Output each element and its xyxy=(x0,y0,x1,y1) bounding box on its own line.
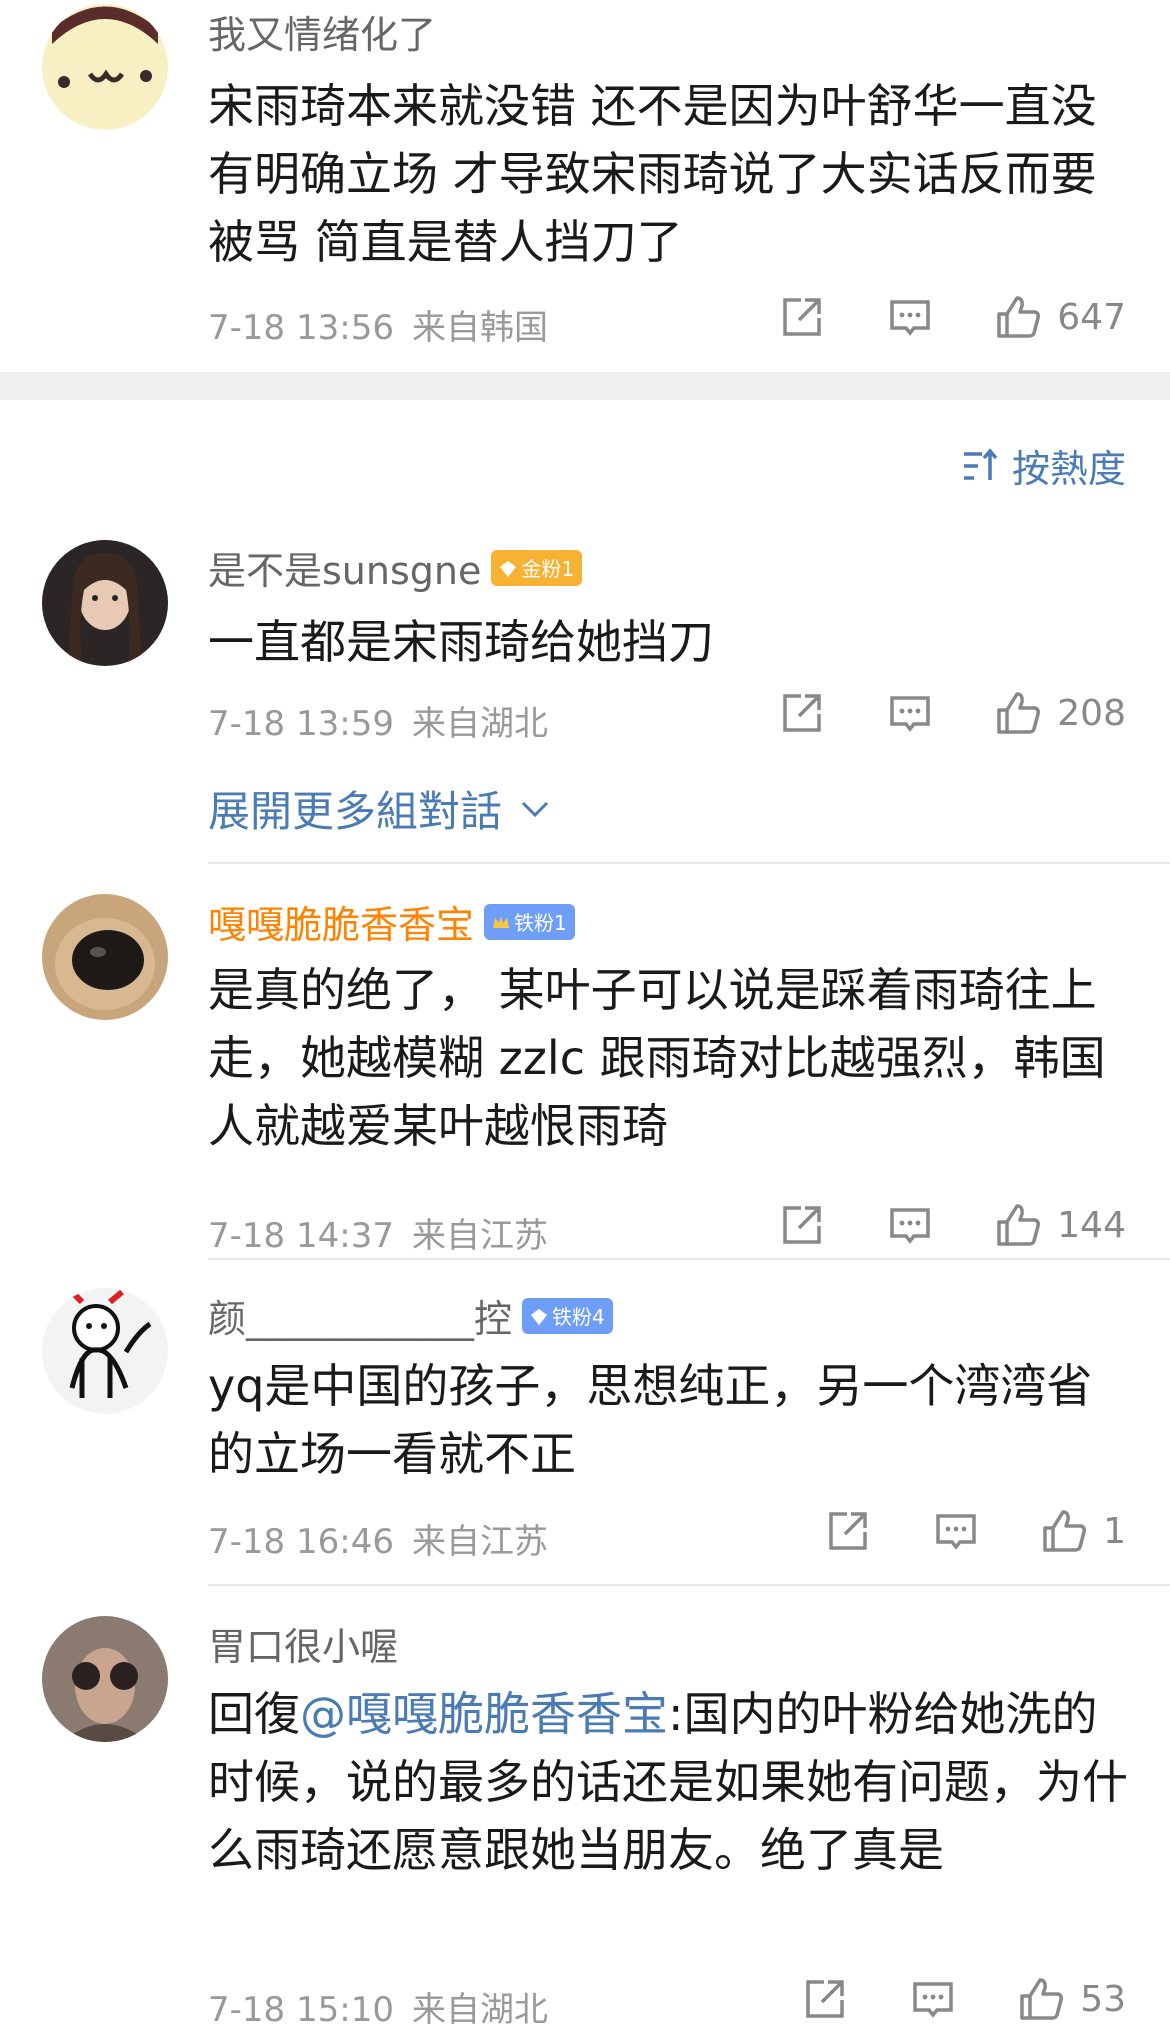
share-button[interactable] xyxy=(779,294,825,340)
reply-button[interactable] xyxy=(933,1508,979,1554)
username[interactable]: 嘎嘎脆脆香香宝 铁粉1 xyxy=(208,894,575,949)
share-button[interactable] xyxy=(779,690,825,736)
username[interactable]: 胃口很小喔 xyxy=(208,1616,398,1671)
comment-time: 7-18 14:37 xyxy=(208,1216,394,1256)
fan-badge: 金粉1 xyxy=(491,549,583,586)
divider xyxy=(208,1584,1170,1586)
fan-badge: 铁粉1 xyxy=(484,903,575,940)
username-text[interactable]: 胃口很小喔 xyxy=(208,1616,398,1671)
comment-time: 7-18 16:46 xyxy=(208,1522,394,1562)
comment-source: 来自江苏 xyxy=(411,1216,548,1256)
reply-prefix: 回復 xyxy=(208,1687,300,1741)
like-button[interactable]: 1 xyxy=(1041,1508,1126,1554)
fan-badge-label: 铁粉4 xyxy=(552,1305,605,1329)
divider xyxy=(208,1258,1170,1260)
like-button[interactable]: 144 xyxy=(995,1202,1126,1248)
share-icon xyxy=(783,1206,822,1244)
comment-text: 宋雨琦本来就没错 还不是因为叶舒华一直没有明确立场 才导致宋雨琦说了大实话反而要… xyxy=(208,79,1097,269)
comment-actions: 53 xyxy=(740,1976,1126,2022)
username-text[interactable]: 是不是sunsgne xyxy=(208,540,481,595)
comment-icon xyxy=(890,300,931,336)
comment-meta: 7-18 14:37 来自江苏 xyxy=(208,1208,548,1257)
fan-badge-label: 金粉1 xyxy=(521,557,575,581)
like-button[interactable]: 647 xyxy=(995,294,1126,340)
username-text[interactable]: 我又情绪化了 xyxy=(208,4,436,59)
thumbs-up-icon xyxy=(1020,1978,1064,2020)
thumbs-up-icon xyxy=(1043,1510,1087,1552)
expand-conversation-link[interactable]: 展開更多組對話 xyxy=(208,778,550,839)
expand-label: 展開更多組對話 xyxy=(208,787,503,836)
thumbs-up-icon xyxy=(997,692,1041,734)
comment-actions: 1 xyxy=(763,1508,1126,1554)
like-count: 1 xyxy=(1103,1510,1126,1552)
username-text[interactable]: 颜____________控 xyxy=(208,1288,512,1343)
username[interactable]: 我又情绪化了 xyxy=(208,4,436,59)
avatar[interactable] xyxy=(42,894,168,1020)
like-count: 144 xyxy=(1057,1204,1126,1246)
thumbs-up-icon xyxy=(997,296,1041,338)
share-button[interactable] xyxy=(802,1976,848,2022)
comment-source: 来自韩国 xyxy=(411,308,548,348)
share-button[interactable] xyxy=(825,1508,871,1554)
comment-meta: 7-18 15:10 来自湖北 xyxy=(208,1982,548,2031)
thumbs-up-icon xyxy=(997,1204,1041,1246)
like-count: 208 xyxy=(1057,692,1126,734)
comment-time: 7-18 13:56 xyxy=(208,308,394,348)
share-icon xyxy=(783,298,822,336)
comment-time: 7-18 15:10 xyxy=(208,1990,394,2030)
share-button[interactable] xyxy=(779,1202,825,1248)
sort-toggle[interactable]: 按熱度 xyxy=(960,438,1126,493)
comment-actions: 647 xyxy=(717,294,1126,340)
comment-time: 7-18 13:59 xyxy=(208,704,394,744)
comment-text: 回復@嘎嘎脆脆香香宝:国内的叶粉给她洗的时候，说的最多的话还是如果她有问题，为什… xyxy=(208,1680,1128,1884)
divider xyxy=(208,862,1170,864)
crown-icon xyxy=(492,913,510,931)
reply-button[interactable] xyxy=(887,294,933,340)
comment-text: yq是中国的孩子，思想纯正，另一个湾湾省的立场一看就不正 xyxy=(208,1359,1093,1481)
chevron-down-icon xyxy=(521,801,549,817)
fan-badge-label: 铁粉1 xyxy=(514,911,567,935)
share-icon xyxy=(829,1512,867,1550)
comment-source: 来自湖北 xyxy=(411,1990,548,2030)
sort-icon xyxy=(963,447,998,480)
diamond-icon xyxy=(499,559,517,577)
username[interactable]: 是不是sunsgne 金粉1 xyxy=(208,540,583,595)
reply-button[interactable] xyxy=(887,690,933,736)
comment-meta: 7-18 13:59 来自湖北 xyxy=(208,696,548,745)
comment-meta: 7-18 13:56 来自韩国 xyxy=(208,300,548,349)
fan-badge: 铁粉4 xyxy=(522,1297,613,1334)
comment-actions: 208 xyxy=(717,690,1126,736)
comment-icon xyxy=(890,696,931,732)
share-icon xyxy=(806,1980,844,2018)
comment-source: 来自湖北 xyxy=(411,704,548,744)
username[interactable]: 颜____________控 铁粉4 xyxy=(208,1288,613,1343)
share-icon xyxy=(783,694,822,732)
avatar[interactable] xyxy=(42,1288,168,1414)
comment-actions: 144 xyxy=(717,1202,1126,1248)
like-button[interactable]: 208 xyxy=(995,690,1126,736)
username-text[interactable]: 嘎嘎脆脆香香宝 xyxy=(208,894,474,949)
reply-button[interactable] xyxy=(910,1976,956,2022)
avatar[interactable] xyxy=(42,4,168,130)
comment-text: 是真的绝了， 某叶子可以说是踩着雨琦往上走，她越模糊 zzlc 跟雨琦对比越强烈… xyxy=(208,963,1106,1153)
comment-source: 来自江苏 xyxy=(411,1522,548,1562)
comment-icon xyxy=(936,1514,976,1550)
like-count: 647 xyxy=(1057,296,1126,338)
comment-meta: 7-18 16:46 来自江苏 xyxy=(208,1514,548,1563)
comment-text: 一直都是宋雨琦给她挡刀 xyxy=(208,615,714,669)
avatar[interactable] xyxy=(42,540,168,666)
comment-icon xyxy=(913,1982,953,2018)
mention-link[interactable]: @嘎嘎脆脆香香宝 xyxy=(300,1687,668,1741)
like-count: 53 xyxy=(1080,1978,1126,2020)
like-button[interactable]: 53 xyxy=(1018,1976,1126,2022)
reply-button[interactable] xyxy=(887,1202,933,1248)
comment-icon xyxy=(890,1208,931,1244)
avatar[interactable] xyxy=(42,1616,168,1742)
sort-label: 按熱度 xyxy=(1011,447,1126,491)
diamond-icon xyxy=(530,1307,548,1325)
section-divider xyxy=(0,372,1170,400)
